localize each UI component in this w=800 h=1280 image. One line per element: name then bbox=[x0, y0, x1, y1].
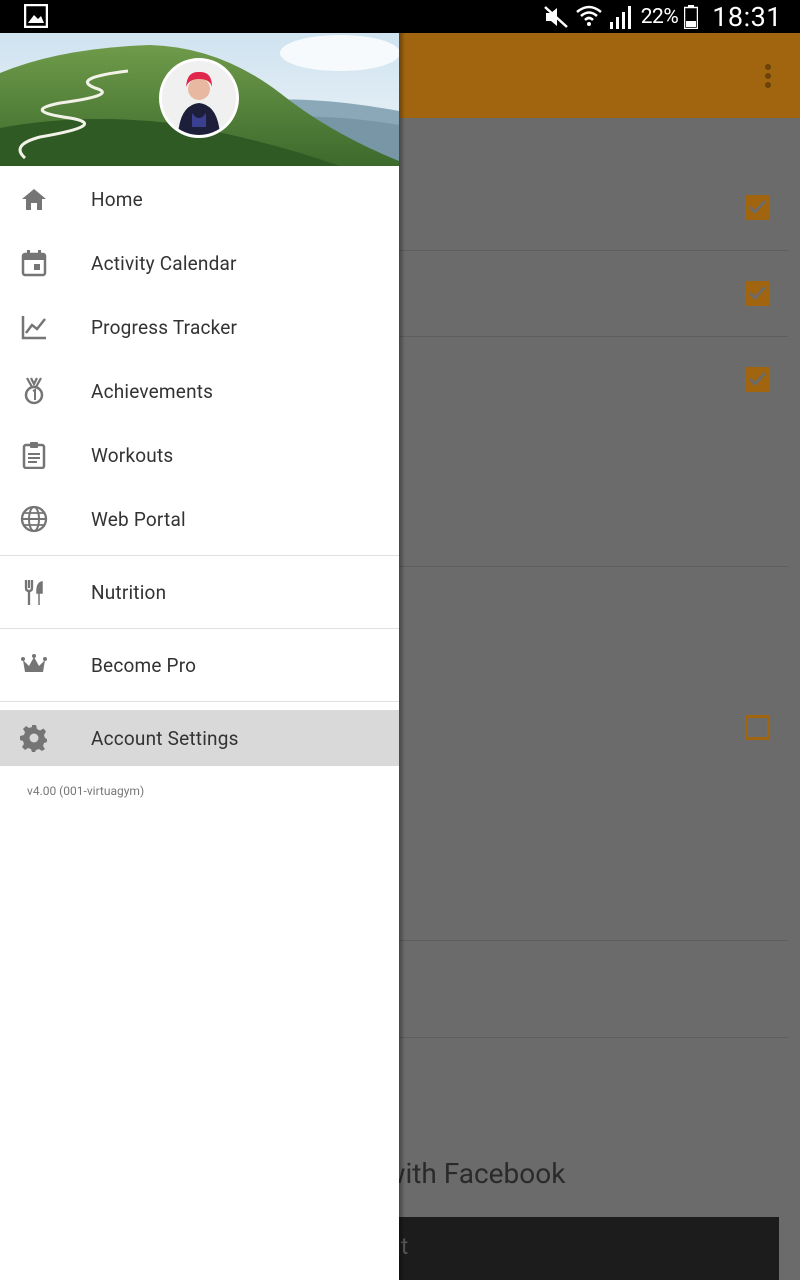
menu-item-progress-tracker[interactable]: Progress Tracker bbox=[0, 295, 399, 359]
medal-icon bbox=[24, 377, 44, 405]
battery-percent: 22% bbox=[640, 4, 679, 29]
overflow-menu-icon[interactable] bbox=[764, 63, 772, 89]
drawer-menu: Home Activity Calendar Progress Tracker bbox=[0, 167, 399, 551]
clock: 18:31 bbox=[712, 0, 782, 33]
mute-icon bbox=[543, 5, 568, 28]
menu-divider bbox=[0, 628, 399, 629]
divider bbox=[398, 336, 788, 337]
wifi-icon bbox=[575, 5, 602, 26]
drawer-header bbox=[0, 33, 399, 166]
gear-icon bbox=[20, 725, 47, 752]
menu-item-label: Activity Calendar bbox=[91, 251, 237, 275]
globe-icon bbox=[20, 505, 48, 533]
signal-icon bbox=[609, 5, 631, 29]
drawer-menu-nutrition: Nutrition bbox=[0, 560, 399, 624]
navigation-drawer: Home Activity Calendar Progress Tracker bbox=[0, 33, 399, 1280]
avatar-image bbox=[162, 61, 236, 135]
menu-divider bbox=[0, 555, 399, 556]
menu-item-home[interactable]: Home bbox=[0, 167, 399, 231]
status-icons: 22% 18:31 bbox=[543, 0, 782, 33]
menu-item-workouts[interactable]: Workouts bbox=[0, 423, 399, 487]
menu-item-label: Become Pro bbox=[91, 653, 197, 677]
app-version: v4.00 (001-virtuagym) bbox=[27, 784, 145, 798]
menu-item-account-settings[interactable]: Account Settings bbox=[0, 710, 399, 766]
home-icon bbox=[22, 189, 46, 210]
menu-item-activity-calendar[interactable]: Activity Calendar bbox=[0, 231, 399, 295]
status-bar: 22% 18:31 bbox=[0, 0, 800, 33]
chart-icon bbox=[21, 316, 46, 340]
divider bbox=[398, 566, 788, 567]
calendar-icon bbox=[21, 250, 47, 277]
menu-item-nutrition[interactable]: Nutrition bbox=[0, 560, 399, 624]
avatar[interactable] bbox=[159, 58, 239, 138]
logout-button[interactable] bbox=[398, 1217, 779, 1280]
divider bbox=[398, 1037, 788, 1038]
menu-item-label: Achievements bbox=[91, 379, 214, 403]
background-checkbox[interactable] bbox=[745, 281, 770, 306]
divider bbox=[398, 940, 788, 941]
drawer-menu-settings: Account Settings bbox=[0, 710, 399, 766]
menu-item-label: Web Portal bbox=[91, 507, 186, 531]
background-checkbox[interactable] bbox=[745, 367, 770, 392]
menu-divider bbox=[0, 701, 399, 702]
background-checkbox[interactable] bbox=[745, 195, 770, 220]
drawer-menu-pro: Become Pro bbox=[0, 633, 399, 697]
menu-item-label: Nutrition bbox=[91, 580, 167, 604]
divider bbox=[398, 250, 788, 251]
background-checkbox[interactable] bbox=[745, 715, 770, 740]
menu-item-label: Account Settings bbox=[91, 726, 239, 750]
battery-icon bbox=[684, 4, 699, 29]
menu-item-label: Workouts bbox=[91, 443, 174, 467]
gallery-icon bbox=[24, 4, 48, 28]
crown-icon bbox=[21, 654, 47, 672]
menu-item-achievements[interactable]: Achievements bbox=[0, 359, 399, 423]
menu-item-label: Home bbox=[91, 187, 143, 211]
menu-item-label: Progress Tracker bbox=[91, 315, 238, 339]
clipboard-icon bbox=[22, 442, 46, 469]
menu-item-become-pro[interactable]: Become Pro bbox=[0, 633, 399, 697]
drawer-shadow bbox=[399, 33, 405, 1280]
menu-item-web-portal[interactable]: Web Portal bbox=[0, 487, 399, 551]
fork-knife-icon bbox=[24, 580, 43, 605]
